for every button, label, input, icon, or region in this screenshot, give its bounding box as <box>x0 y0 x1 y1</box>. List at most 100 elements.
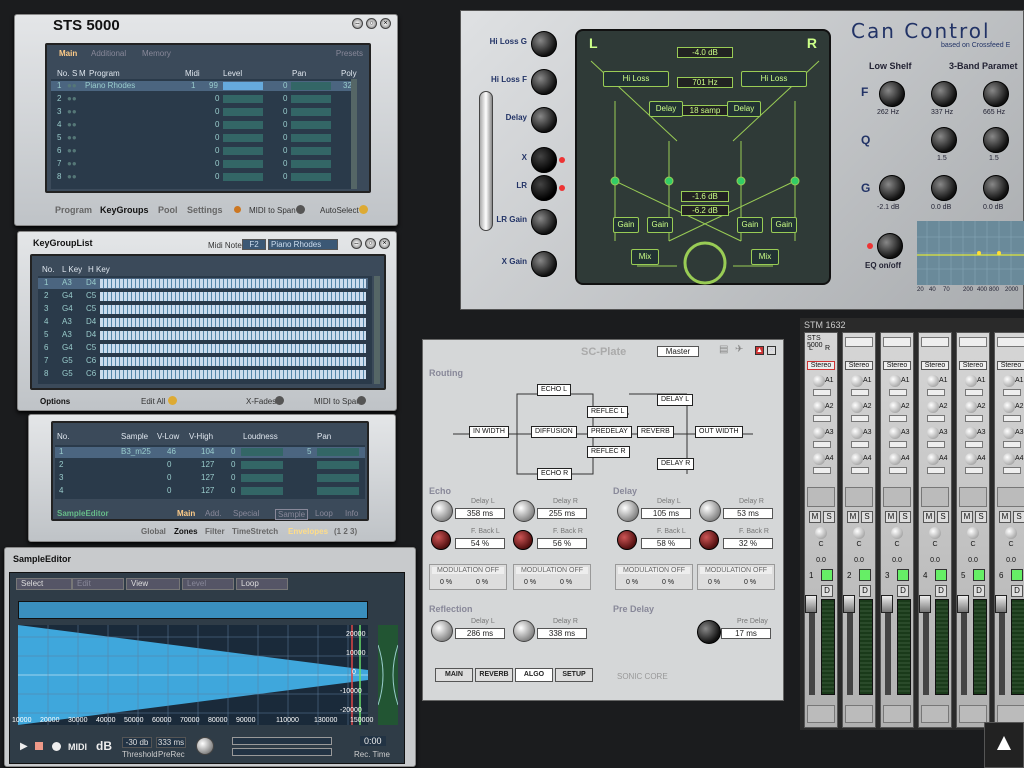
close-icon[interactable]: × <box>767 346 776 355</box>
channel-select-button[interactable] <box>897 569 909 581</box>
aux-knob[interactable] <box>851 453 863 465</box>
aux-value[interactable] <box>813 441 831 448</box>
band1-f-knob[interactable] <box>931 81 957 107</box>
tab-main[interactable]: Main <box>177 509 195 518</box>
routing-node[interactable]: DELAY R <box>657 458 695 470</box>
minimize-icon[interactable]: – <box>351 238 362 249</box>
aux-value[interactable] <box>813 389 831 396</box>
d-button[interactable]: D <box>859 585 871 597</box>
gain-knob[interactable] <box>196 737 214 755</box>
tab-memory[interactable]: Memory <box>142 49 171 58</box>
key-range-bar[interactable] <box>100 331 366 340</box>
param-value[interactable]: 32 % <box>723 538 773 549</box>
close-icon[interactable]: × <box>380 18 391 29</box>
scrollbar[interactable] <box>351 79 357 189</box>
param-value[interactable]: 286 ms <box>455 628 505 639</box>
aux-value[interactable] <box>1003 415 1021 422</box>
table-row[interactable]: 2 G4 C5 <box>38 291 368 302</box>
pan-bar[interactable] <box>291 108 331 116</box>
nav-zones[interactable]: Zones <box>174 527 198 536</box>
aux-value[interactable] <box>927 389 945 396</box>
table-row[interactable]: 2 0 127 0 <box>55 460 365 471</box>
mute-button[interactable]: M <box>999 511 1011 523</box>
level-bar[interactable] <box>223 160 263 168</box>
stereo-badge[interactable]: Stereo <box>883 361 911 370</box>
nav-filter[interactable]: Filter <box>205 527 225 536</box>
tab-info[interactable]: Info <box>345 509 358 518</box>
level-bar[interactable] <box>223 173 263 181</box>
pan-bar[interactable] <box>291 82 331 90</box>
param-value[interactable]: 54 % <box>455 538 505 549</box>
minimize-icon[interactable]: ▲ <box>755 346 764 355</box>
stereo-badge[interactable]: Stereo <box>959 361 987 370</box>
maximize-icon[interactable]: ○ <box>366 18 377 29</box>
table-row[interactable]: 5 A3 D4 <box>38 330 368 341</box>
mute-button[interactable]: M <box>847 511 859 523</box>
aux-value[interactable] <box>965 467 983 474</box>
param-knob[interactable] <box>699 530 719 550</box>
routing-node[interactable]: REFLEC R <box>587 446 630 458</box>
aux-knob[interactable] <box>927 375 939 387</box>
prerec-field[interactable]: 333 ms <box>156 737 186 748</box>
control-knob[interactable] <box>531 147 557 173</box>
level-bar[interactable] <box>223 82 263 90</box>
param-knob[interactable] <box>431 500 453 522</box>
channel-select-button[interactable] <box>935 569 947 581</box>
routing-node[interactable]: DELAY L <box>657 394 694 406</box>
aux-value[interactable] <box>851 467 869 474</box>
eq-on-off-button[interactable] <box>877 233 903 259</box>
param-value[interactable]: 53 ms <box>723 508 773 519</box>
nav-settings[interactable]: Settings <box>187 205 223 215</box>
scrollbar[interactable] <box>374 276 380 384</box>
table-row[interactable]: 4 A3 D4 <box>38 317 368 328</box>
db-b-value[interactable]: -6.2 dB <box>681 205 729 216</box>
level-bar[interactable] <box>223 108 263 116</box>
solo-button[interactable]: S <box>975 511 987 523</box>
channel-source[interactable] <box>883 337 911 347</box>
param-knob[interactable] <box>513 500 535 522</box>
pan-bar[interactable] <box>291 173 331 181</box>
channel-select-button[interactable] <box>973 569 985 581</box>
samp-value[interactable]: 18 samp <box>677 105 733 116</box>
play-icon[interactable]: ▶ <box>20 741 28 752</box>
menu-edit[interactable]: Edit <box>72 578 124 590</box>
mix-l-box[interactable]: Mix <box>631 249 659 265</box>
loudness-bar[interactable] <box>241 474 283 482</box>
routing-node[interactable]: OUT WIDTH <box>695 426 743 438</box>
table-row[interactable]: 6 ●● 0 0 <box>51 146 357 156</box>
loudness-bar[interactable] <box>241 448 283 456</box>
nav-keygroups[interactable]: KeyGroups <box>100 205 149 215</box>
level-bar[interactable] <box>223 95 263 103</box>
fader-handle[interactable] <box>995 595 1007 613</box>
minimize-icon[interactable]: – <box>352 18 363 29</box>
aux-value[interactable] <box>851 441 869 448</box>
control-knob[interactable] <box>531 251 557 277</box>
menu-view[interactable]: View <box>126 578 180 590</box>
pan-bar[interactable] <box>291 121 331 129</box>
plate-tab-reverb[interactable]: REVERB <box>475 668 513 682</box>
aux-knob[interactable] <box>1003 427 1015 439</box>
plate-tab-algo[interactable]: ALGO <box>515 668 553 682</box>
midi-note-field[interactable]: F2 <box>242 239 266 250</box>
fader-handle[interactable] <box>881 595 893 613</box>
envelope-numbers[interactable]: (1 2 3) <box>334 527 357 536</box>
aux-value[interactable] <box>889 415 907 422</box>
key-range-bar[interactable] <box>100 292 366 301</box>
key-range-bar[interactable] <box>100 344 366 353</box>
aux-knob[interactable] <box>1003 401 1015 413</box>
low-shelf-g-knob[interactable] <box>879 175 905 201</box>
scroll-up-button[interactable]: ▲ <box>984 722 1024 768</box>
aux-value[interactable] <box>889 389 907 396</box>
kgl-midi-to-span-toggle[interactable] <box>357 396 366 405</box>
param-value[interactable]: 58 % <box>641 538 691 549</box>
param-value[interactable]: 338 ms <box>537 628 587 639</box>
key-range-bar[interactable] <box>100 357 366 366</box>
aux-value[interactable] <box>889 441 907 448</box>
aux-value[interactable] <box>1003 467 1021 474</box>
presets-button[interactable]: Presets <box>336 49 363 58</box>
routing-node[interactable]: IN WIDTH <box>469 426 509 438</box>
table-row[interactable]: 7 ●● 0 0 <box>51 159 357 169</box>
aux-value[interactable] <box>813 467 831 474</box>
nav-global[interactable]: Global <box>141 527 166 536</box>
gain-box[interactable]: Gain <box>647 217 673 233</box>
